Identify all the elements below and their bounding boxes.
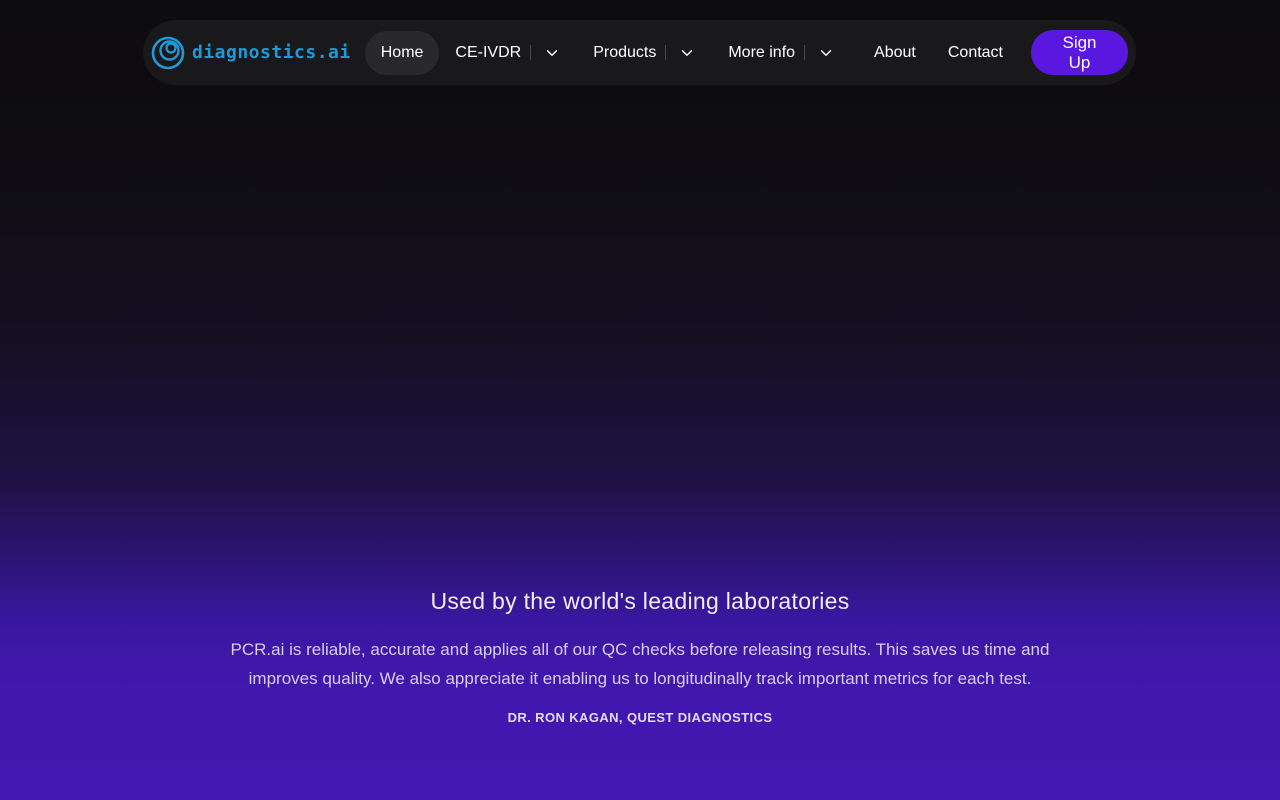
nav-contact-link[interactable]: Contact [948,44,1003,62]
logo-text: diagnostics.ai [192,42,351,63]
sign-up-button[interactable]: Sign Up [1031,30,1128,75]
nav-divider [530,45,532,60]
diagnostics-logo-icon [151,36,185,69]
nav-ceivdr-link[interactable]: CE-IVDR [455,44,521,62]
nav-items: Home CE-IVDR Products More info About Co… [364,20,1031,85]
nav-dropdown-more-info: More info [728,44,833,62]
main-navbar: diagnostics.ai Home CE-IVDR Products Mor… [143,20,1136,85]
nav-divider [804,45,806,60]
logo[interactable]: diagnostics.ai [151,33,351,73]
nav-dropdown-products: Products [593,44,694,62]
nav-about-link[interactable]: About [874,44,916,62]
nav-dropdown-ceivdr: CE-IVDR [455,44,559,62]
chevron-down-icon[interactable] [819,46,833,60]
logo-text-main: diagnostics [192,42,317,63]
nav-more-info-link[interactable]: More info [728,44,795,62]
testimonial-heading: Used by the world's leading laboratories [430,588,850,614]
nav-divider [665,45,667,60]
nav-products-link[interactable]: Products [593,44,656,62]
testimonial-section: Used by the world's leading laboratories… [0,588,1280,725]
testimonial-quote: PCR.ai is reliable, accurate and applies… [230,640,1050,688]
nav-home-link[interactable]: Home [364,30,440,75]
chevron-down-icon[interactable] [680,46,694,60]
testimonial-author: DR. RON KAGAN, QUEST DIAGNOSTICS [507,710,773,725]
chevron-down-icon[interactable] [545,46,559,60]
logo-text-suffix: .ai [316,42,351,63]
